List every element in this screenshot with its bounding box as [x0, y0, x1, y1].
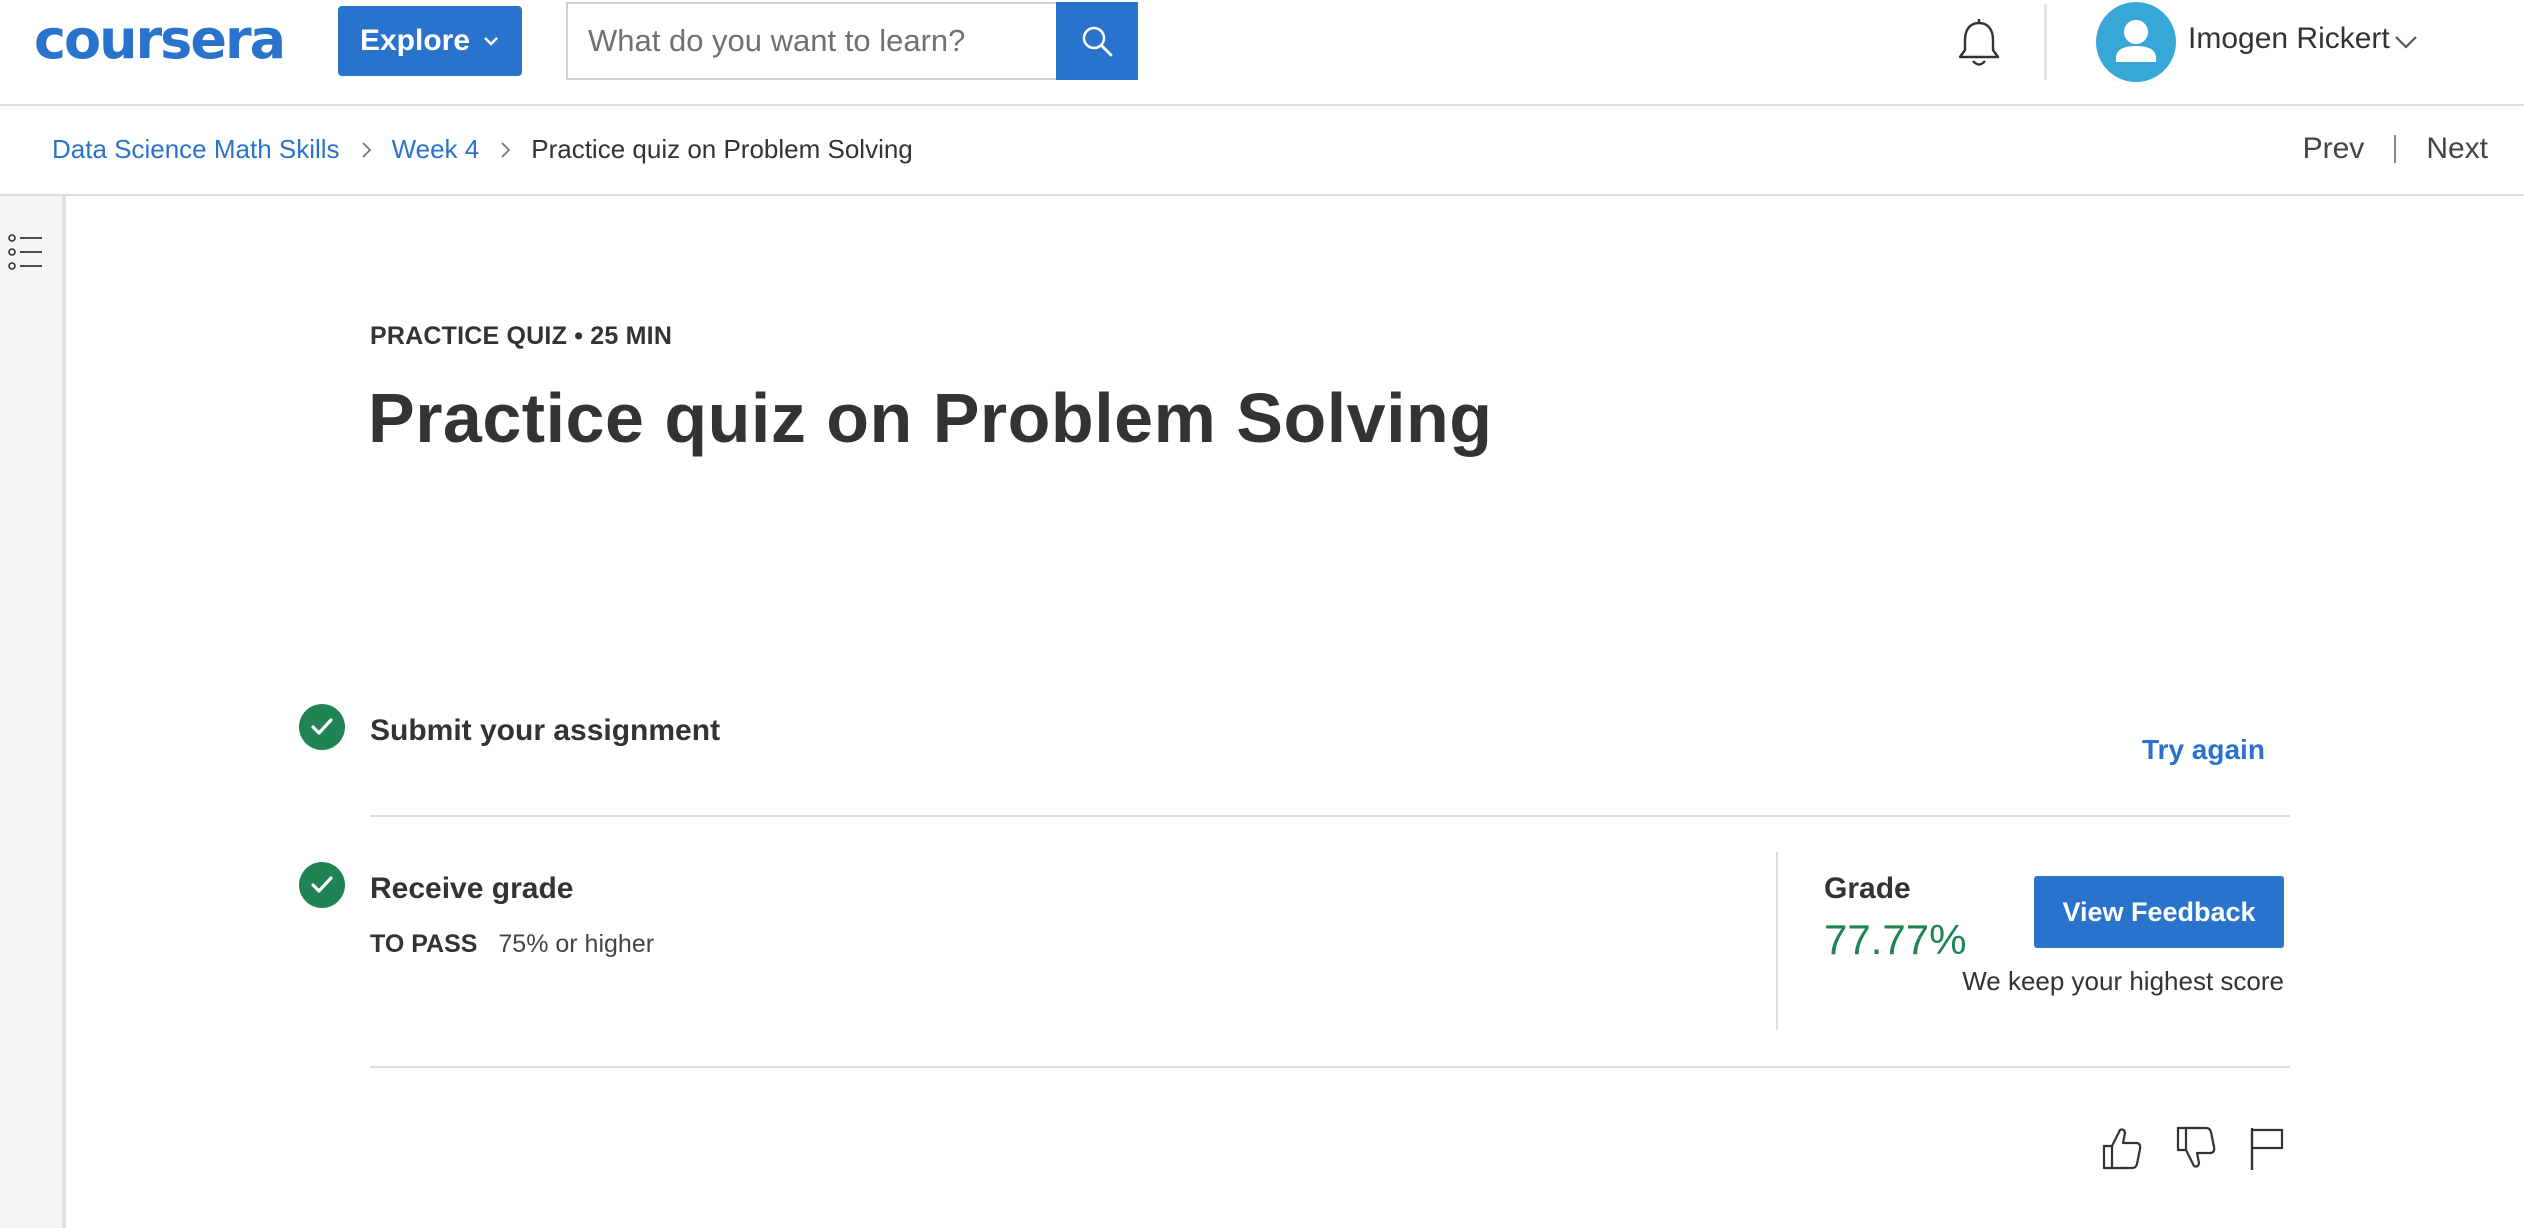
grade-value: 77.77% — [1824, 916, 1967, 963]
thumbs-down-icon[interactable] — [2174, 1124, 2218, 1172]
course-outline-rail — [0, 196, 66, 1228]
pass-requirement: TO PASS 75% or higher — [370, 930, 654, 959]
chevron-down-icon[interactable] — [2394, 34, 2418, 50]
highest-score-note: We keep your highest score — [1962, 966, 2284, 996]
avatar[interactable] — [2096, 2, 2176, 82]
list-menu-icon[interactable] — [8, 232, 44, 272]
search-box — [566, 2, 1056, 80]
bell-icon[interactable] — [1954, 18, 2004, 70]
breadcrumb-current: Practice quiz on Problem Solving — [531, 134, 913, 164]
search-input[interactable] — [568, 4, 1056, 78]
check-circle-icon — [299, 862, 345, 908]
try-again-link[interactable]: Try again — [2142, 734, 2265, 766]
divider — [370, 1066, 2290, 1068]
user-name[interactable]: Imogen Rickert — [2188, 22, 2390, 56]
chevron-right-icon — [361, 141, 371, 158]
page-title: Practice quiz on Problem Solving — [368, 379, 1493, 457]
chevron-down-icon — [484, 37, 498, 46]
breadcrumb-course[interactable]: Data Science Math Skills — [52, 134, 340, 165]
divider — [370, 815, 2290, 817]
view-feedback-button[interactable]: View Feedback — [2034, 876, 2284, 948]
explore-button-label: Explore — [359, 24, 471, 57]
to-pass-label: TO PASS — [370, 930, 478, 958]
prev-button[interactable]: Prev — [2303, 132, 2365, 166]
coursera-logo[interactable]: coursera — [34, 8, 286, 71]
quiz-meta: PRACTICE QUIZ • 25 MIN — [370, 322, 673, 350]
check-circle-icon — [299, 704, 345, 750]
breadcrumb: Data Science Math Skills Week 4 Practice… — [52, 134, 913, 165]
top-header: coursera Explore Imogen Rickert — [0, 0, 2524, 106]
chevron-right-icon — [501, 141, 511, 158]
to-pass-value: 75% or higher — [498, 930, 655, 958]
submit-step-title: Submit your assignment — [370, 714, 721, 747]
user-silhouette-icon — [2116, 20, 2156, 62]
thumbs-up-icon[interactable] — [2100, 1124, 2144, 1172]
nav-divider — [2394, 135, 2397, 163]
grade-label: Grade — [1824, 872, 1911, 905]
grade-divider — [1776, 852, 1778, 1030]
grade-step-title: Receive grade — [370, 872, 574, 905]
next-button[interactable]: Next — [2426, 132, 2488, 166]
breadcrumb-week[interactable]: Week 4 — [392, 134, 480, 165]
search-icon — [1082, 26, 1113, 57]
search-button[interactable] — [1056, 2, 1138, 80]
header-divider — [2044, 4, 2047, 80]
breadcrumb-bar: Data Science Math Skills Week 4 Practice… — [0, 106, 2524, 196]
item-navigation: Prev Next — [2303, 132, 2488, 166]
flag-icon[interactable] — [2246, 1124, 2290, 1172]
explore-button[interactable]: Explore — [338, 6, 522, 76]
